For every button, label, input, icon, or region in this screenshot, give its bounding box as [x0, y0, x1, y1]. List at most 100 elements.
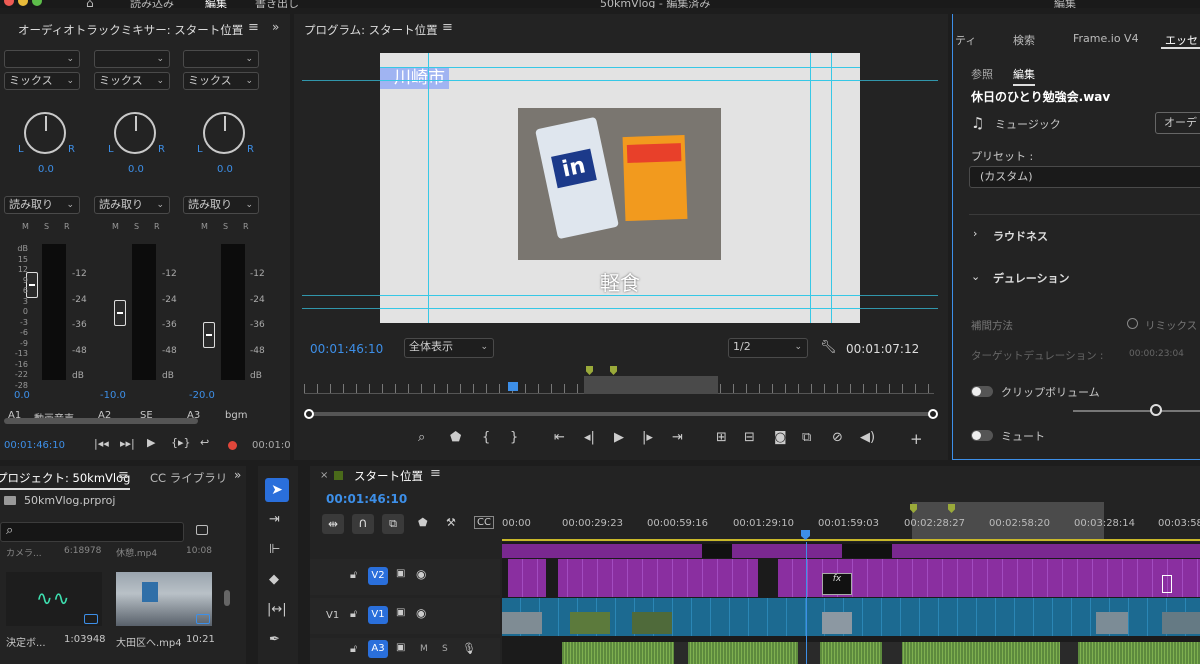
- solo-button[interactable]: S: [134, 222, 139, 231]
- send-dropdown[interactable]: ミックス ⌄: [183, 72, 259, 90]
- project-item-name[interactable]: 大田区へ.mp4: [116, 634, 182, 649]
- linked-selection-icon[interactable]: ⧉: [382, 514, 404, 534]
- pan-value[interactable]: 0.0: [217, 164, 233, 175]
- track-mute-button[interactable]: M: [420, 644, 428, 654]
- lift-icon[interactable]: ⊞: [716, 430, 727, 445]
- target-duration-value[interactable]: 00:00:23:04: [1129, 349, 1184, 359]
- compare-icon[interactable]: ⧉: [802, 430, 811, 445]
- mark-out-icon[interactable]: }: [510, 430, 518, 445]
- audio-type-button[interactable]: オーデ: [1155, 112, 1200, 134]
- program-timecode[interactable]: 00:01:46:10: [310, 342, 383, 356]
- selection-tool-icon[interactable]: ➤: [265, 478, 289, 502]
- wrench-icon[interactable]: 🔧︎: [820, 340, 837, 355]
- razor-tool-icon[interactable]: ◆: [269, 572, 279, 587]
- expand-icon[interactable]: »: [234, 468, 241, 482]
- volume-fader[interactable]: [203, 322, 215, 348]
- ripple-edit-tool-icon[interactable]: ⊩: [269, 542, 280, 557]
- project-item-name[interactable]: 決定ボ...: [6, 634, 46, 649]
- mixer-timecode[interactable]: 00:01:46:10: [4, 440, 65, 451]
- effect-dropdown[interactable]: ⌄: [183, 50, 259, 68]
- sync-lock-icon[interactable]: ▣: [396, 568, 405, 579]
- captions-icon[interactable]: CC: [474, 516, 494, 529]
- volume-value[interactable]: -20.0: [189, 390, 215, 401]
- send-dropdown[interactable]: ミックス ⌄: [94, 72, 170, 90]
- effect-dropdown[interactable]: ⌄: [94, 50, 170, 68]
- tab-frameio[interactable]: Frame.io V4: [1073, 32, 1139, 45]
- volume-fader[interactable]: [114, 300, 126, 326]
- solo-button[interactable]: S: [223, 222, 228, 231]
- video-frame[interactable]: 川崎市 in 軽食: [380, 53, 860, 323]
- a3-audio-clips[interactable]: [562, 642, 1200, 664]
- title-overlay[interactable]: 川崎市: [380, 67, 449, 89]
- extract-icon[interactable]: ⊟: [744, 430, 755, 445]
- fit-dropdown[interactable]: 全体表示 ⌄: [404, 338, 494, 358]
- effect-dropdown[interactable]: ⌄: [4, 50, 80, 68]
- track-select-tool-icon[interactable]: ⇥: [269, 512, 280, 527]
- remix-option[interactable]: リミックス: [1145, 318, 1197, 333]
- eye-icon[interactable]: ◉: [416, 567, 426, 581]
- loop-icon[interactable]: {▸}: [171, 436, 191, 449]
- duration-section[interactable]: デュレーション: [993, 270, 1070, 286]
- subtab-browse[interactable]: 参照: [971, 66, 993, 82]
- record-button[interactable]: R: [154, 222, 160, 231]
- add-marker-icon[interactable]: ⬟: [418, 516, 428, 529]
- add-button-icon[interactable]: +: [910, 430, 923, 448]
- go-to-out-icon[interactable]: ▸▸|: [120, 437, 135, 450]
- v2-clips[interactable]: [508, 559, 1200, 597]
- lock-icon[interactable]: 🔓︎: [350, 568, 357, 582]
- caption-text[interactable]: 軽食: [380, 267, 860, 296]
- remix-radio[interactable]: [1127, 318, 1138, 329]
- pan-knob[interactable]: [114, 112, 156, 154]
- panel-menu-icon[interactable]: ≡: [442, 20, 453, 35]
- mute-button[interactable]: M: [201, 222, 208, 231]
- cc-library-tab[interactable]: CC ライブラリ: [150, 470, 227, 486]
- record-button[interactable]: R: [64, 222, 70, 231]
- expand-icon[interactable]: »: [272, 20, 279, 34]
- export-frame-icon[interactable]: ⌕: [418, 430, 425, 445]
- sync-lock-icon[interactable]: ▣: [396, 607, 405, 618]
- pen-tool-icon[interactable]: ✒: [269, 632, 280, 647]
- step-forward-icon[interactable]: |▸: [642, 430, 653, 445]
- tab-import[interactable]: 読み込み: [130, 0, 174, 8]
- in-marker[interactable]: [586, 366, 593, 375]
- panel-menu-icon[interactable]: ≡: [248, 20, 259, 35]
- solo-button[interactable]: S: [44, 222, 49, 231]
- snap-icon[interactable]: ∩: [352, 514, 374, 534]
- scrub-start-handle[interactable]: [304, 409, 314, 419]
- play-icon[interactable]: ▶: [147, 436, 155, 449]
- workspace-label[interactable]: 編集: [1054, 0, 1076, 8]
- source-patch-v1[interactable]: V1: [326, 610, 339, 621]
- track-solo-button[interactable]: S: [442, 644, 448, 654]
- mixer-title[interactable]: オーディオトラックミキサー: スタート位置: [18, 22, 243, 38]
- snap-in-sequence-icon[interactable]: ⇹: [322, 514, 344, 534]
- camera-icon[interactable]: ◙: [774, 430, 787, 445]
- new-bin-icon[interactable]: [196, 525, 208, 535]
- timeline-playhead[interactable]: [806, 542, 807, 664]
- program-title[interactable]: プログラム: スタート位置: [304, 22, 438, 38]
- mute-toggle[interactable]: [971, 430, 993, 441]
- chevron-down-icon[interactable]: ⌄: [971, 270, 980, 283]
- settings-wrench-icon[interactable]: ⚒: [446, 516, 456, 529]
- go-to-out-icon[interactable]: ⇥: [672, 430, 683, 445]
- eye-icon[interactable]: ◉: [416, 606, 426, 620]
- v2-title-clip[interactable]: fx: [822, 573, 852, 595]
- loudness-section[interactable]: ラウドネス: [993, 228, 1048, 244]
- scrub-bar[interactable]: [306, 412, 934, 416]
- record-icon[interactable]: [228, 441, 237, 450]
- go-to-in-icon[interactable]: |◂◂: [94, 437, 109, 450]
- tab-search[interactable]: 検索: [1013, 32, 1035, 48]
- clip-volume-toggle[interactable]: [971, 386, 993, 397]
- volume-value[interactable]: -10.0: [100, 390, 126, 401]
- scrub-end-handle[interactable]: [928, 409, 938, 419]
- chevron-right-icon[interactable]: ›: [973, 227, 977, 240]
- clips-area[interactable]: fx: [502, 542, 1200, 664]
- lock-icon[interactable]: 🔓︎: [350, 642, 357, 656]
- sequence-title[interactable]: スタート位置: [354, 468, 423, 484]
- tab-export[interactable]: 書き出し: [255, 0, 299, 8]
- out-marker[interactable]: [610, 366, 617, 375]
- panel-menu-icon[interactable]: ≡: [118, 468, 129, 483]
- tab-partial[interactable]: ティ: [955, 32, 976, 48]
- pan-value[interactable]: 0.0: [38, 164, 54, 175]
- search-input[interactable]: [0, 522, 184, 542]
- mute-button[interactable]: M: [22, 222, 29, 231]
